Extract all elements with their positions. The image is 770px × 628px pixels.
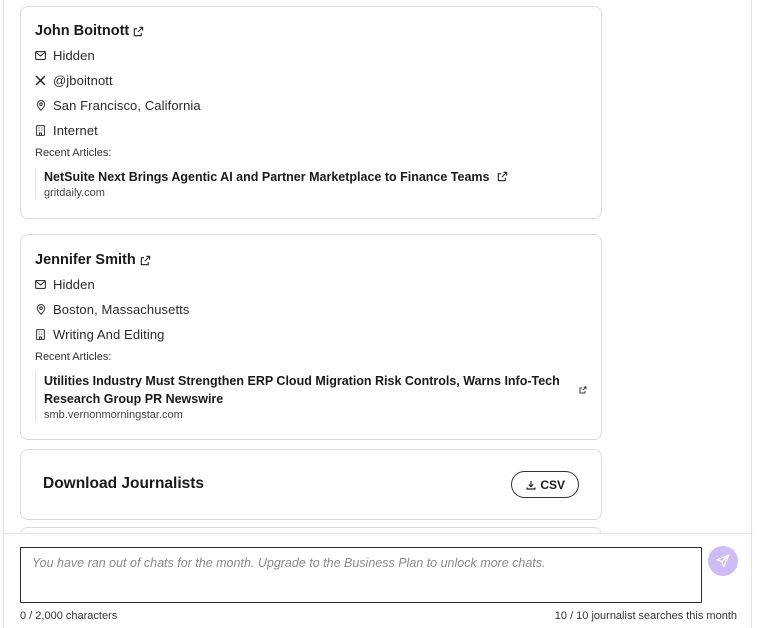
message-scroll-area[interactable]: John Boitnott Hidden @jboitnott San Fran… (4, 0, 753, 533)
email-value: Hidden (53, 276, 95, 292)
article-item[interactable]: NetSuite Next Brings Agentic AI and Part… (35, 168, 575, 199)
article-title[interactable]: Utilities Industry Must Strengthen ERP C… (44, 372, 564, 408)
industry-value: Writing And Editing (53, 326, 165, 342)
download-journalists-card: Download Journalists CSV (20, 449, 602, 520)
journalist-name[interactable]: John Boitnott (35, 23, 129, 39)
x-logo-icon (35, 74, 46, 86)
journalist-name-link[interactable]: John Boitnott (35, 23, 144, 39)
download-title: Download Journalists (43, 475, 205, 492)
article-title-link[interactable]: NetSuite Next Brings Agentic AI and Part… (44, 168, 575, 186)
location-row: San Francisco, California (35, 97, 201, 113)
industry-value: Internet (53, 122, 98, 138)
industry-row: Internet (35, 122, 98, 138)
external-link-icon[interactable] (140, 255, 151, 266)
external-link-icon[interactable] (497, 171, 508, 182)
character-count: 0 / 2,000 characters (20, 610, 118, 622)
building-icon (35, 124, 46, 136)
journalist-name-link[interactable]: Jennifer Smith (35, 252, 151, 268)
building-icon (35, 328, 46, 340)
email-value: Hidden (53, 47, 95, 63)
map-pin-icon (35, 303, 46, 315)
twitter-handle[interactable]: @jboitnott (53, 73, 113, 88)
journalist-search-count: 10 / 10 journalist searches this month (554, 610, 737, 622)
chat-input[interactable] (20, 547, 702, 603)
email-row: Hidden (35, 47, 95, 63)
twitter-row: @jboitnott (35, 72, 113, 88)
composer-divider (4, 533, 753, 534)
csv-download-button[interactable]: CSV (511, 471, 579, 498)
recent-articles-label: Recent Articles: (35, 147, 112, 159)
article-title[interactable]: NetSuite Next Brings Agentic AI and Part… (44, 170, 489, 184)
send-icon (716, 554, 730, 568)
location-row: Boston, Massachusetts (35, 301, 190, 317)
industry-row: Writing And Editing (35, 326, 165, 342)
chat-panel: John Boitnott Hidden @jboitnott San Fran… (3, 0, 753, 628)
location-value: Boston, Massachusetts (53, 301, 190, 317)
download-icon (526, 480, 536, 490)
journalist-card: Jennifer Smith Hidden Boston, Massachuse… (20, 234, 602, 440)
location-value: San Francisco, California (53, 97, 201, 113)
journalist-name[interactable]: Jennifer Smith (35, 252, 136, 268)
article-domain: smb.vernonmorningstar.com (44, 409, 183, 421)
csv-button-label[interactable]: CSV (540, 478, 565, 492)
mail-icon (35, 279, 46, 290)
journalist-card: John Boitnott Hidden @jboitnott San Fran… (20, 6, 602, 219)
send-button[interactable] (708, 546, 738, 576)
article-item[interactable]: Utilities Industry Must Strengthen ERP C… (35, 372, 587, 421)
map-pin-icon (35, 99, 46, 111)
mail-icon (35, 50, 46, 61)
external-link-icon[interactable] (133, 26, 144, 37)
email-row: Hidden (35, 276, 95, 292)
recent-articles-label: Recent Articles: (35, 351, 112, 363)
external-link-icon[interactable] (579, 386, 587, 394)
article-domain: gritdaily.com (44, 187, 105, 199)
